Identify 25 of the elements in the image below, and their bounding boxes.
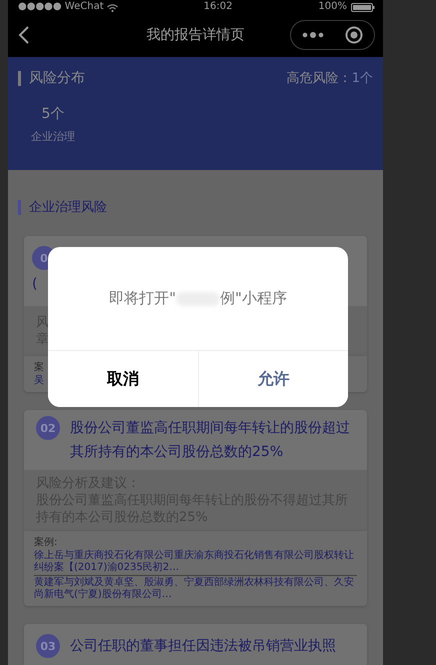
- allow-button[interactable]: 允许: [198, 351, 348, 407]
- case-label: 案例:: [34, 536, 58, 549]
- risk-title: 公司任职的董事担任因违法被吊销营业执照: [70, 637, 336, 656]
- risk-title: (: [32, 275, 38, 294]
- clock: 16:02: [204, 2, 232, 12]
- risk-count: 5个: [42, 105, 64, 123]
- case-link[interactable]: 徐上岳与重庆商投石化有限公司重庆渝东商投石化销售有限公司股权转让纠纷案【(2017)渝0235民初2…: [34, 549, 357, 575]
- battery-icon: [351, 3, 375, 12]
- back-icon[interactable]: [18, 26, 30, 44]
- section-title: 风险分布: [29, 69, 85, 87]
- section-title: 企业治理风险: [29, 199, 107, 216]
- more-icon[interactable]: [302, 30, 324, 38]
- number-badge: 03: [36, 634, 60, 658]
- risk-category: 企业治理: [31, 129, 75, 144]
- battery-percent: 100%: [318, 2, 347, 12]
- page-title: 我的报告详情页: [146, 26, 244, 44]
- case-label: 案: [34, 360, 45, 374]
- wifi-icon: [106, 4, 118, 12]
- dialog-message: 即将打开": [109, 289, 176, 308]
- risk-title: 股份公司董监高任职期间每年转让的股份超过其所持有的本公司股份总数的25%: [70, 419, 351, 462]
- number-badge: 02: [36, 416, 60, 440]
- carrier-label: ●●●●● WeChat: [18, 2, 104, 12]
- case-link[interactable]: 黄建军与刘斌及黄卓坚、殷淑勇、宁夏西部绿洲农林科技有限公司、久安尚新电气(宁夏)股份有限公司…: [34, 575, 357, 602]
- high-risk-count: 高危风险：1个: [286, 70, 373, 87]
- dialog-message: 例"小程序: [220, 289, 287, 308]
